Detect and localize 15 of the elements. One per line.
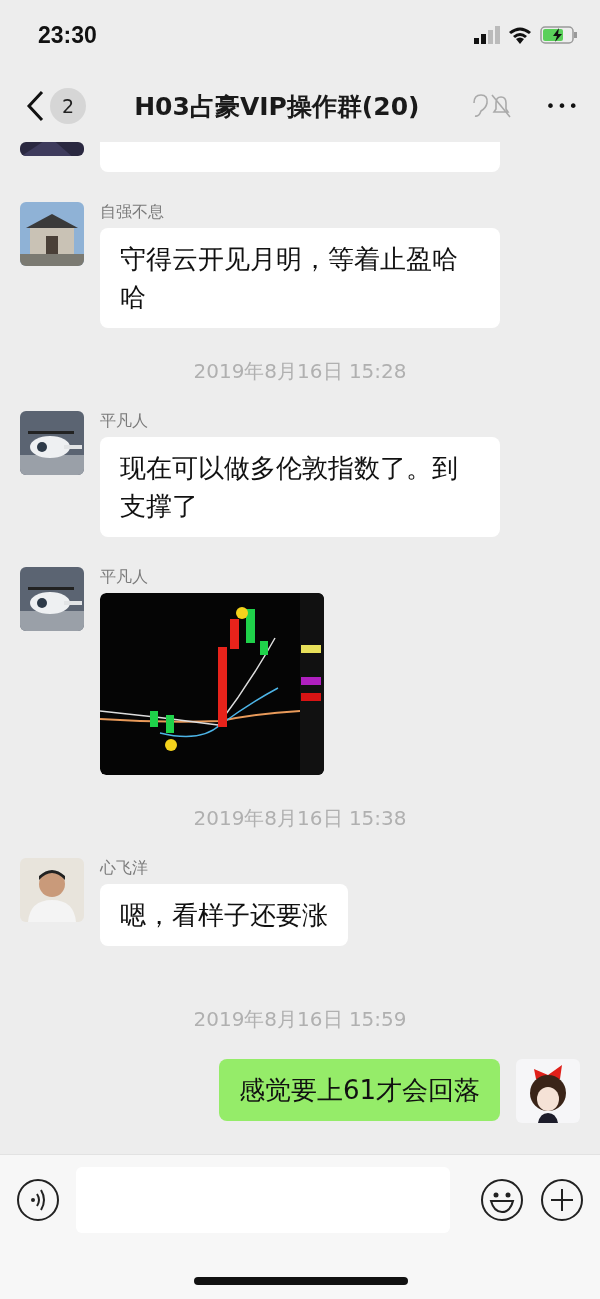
message-bubble: 现在可以做多伦敦指数了。到支撑了 <box>100 437 500 537</box>
message-bubble: 守得云开见月明，等着止盈哈哈 <box>100 228 500 328</box>
sender-name: 平凡人 <box>100 411 149 432</box>
status-time: 23:30 <box>38 21 97 49</box>
timestamp: 2019年8月16日 15:59 <box>193 1006 407 1033</box>
more-button[interactable]: ••• <box>545 96 580 116</box>
chat-title: H03占豪VIP操作群(20) <box>133 90 421 123</box>
message-bubble: 嗯，看样子还要涨 <box>100 884 348 946</box>
timestamp: 2019年8月16日 15:28 <box>193 358 407 385</box>
sender-name: 平凡人 <box>100 567 149 588</box>
message-bubble: 感觉要上61才会回落 <box>218 1059 500 1121</box>
sender-name: 自强不息 <box>100 202 165 223</box>
unread-badge: 2 <box>50 88 86 124</box>
timestamp: 2019年8月16日 15:38 <box>193 805 407 832</box>
sender-name: 心飞洋 <box>100 858 149 879</box>
